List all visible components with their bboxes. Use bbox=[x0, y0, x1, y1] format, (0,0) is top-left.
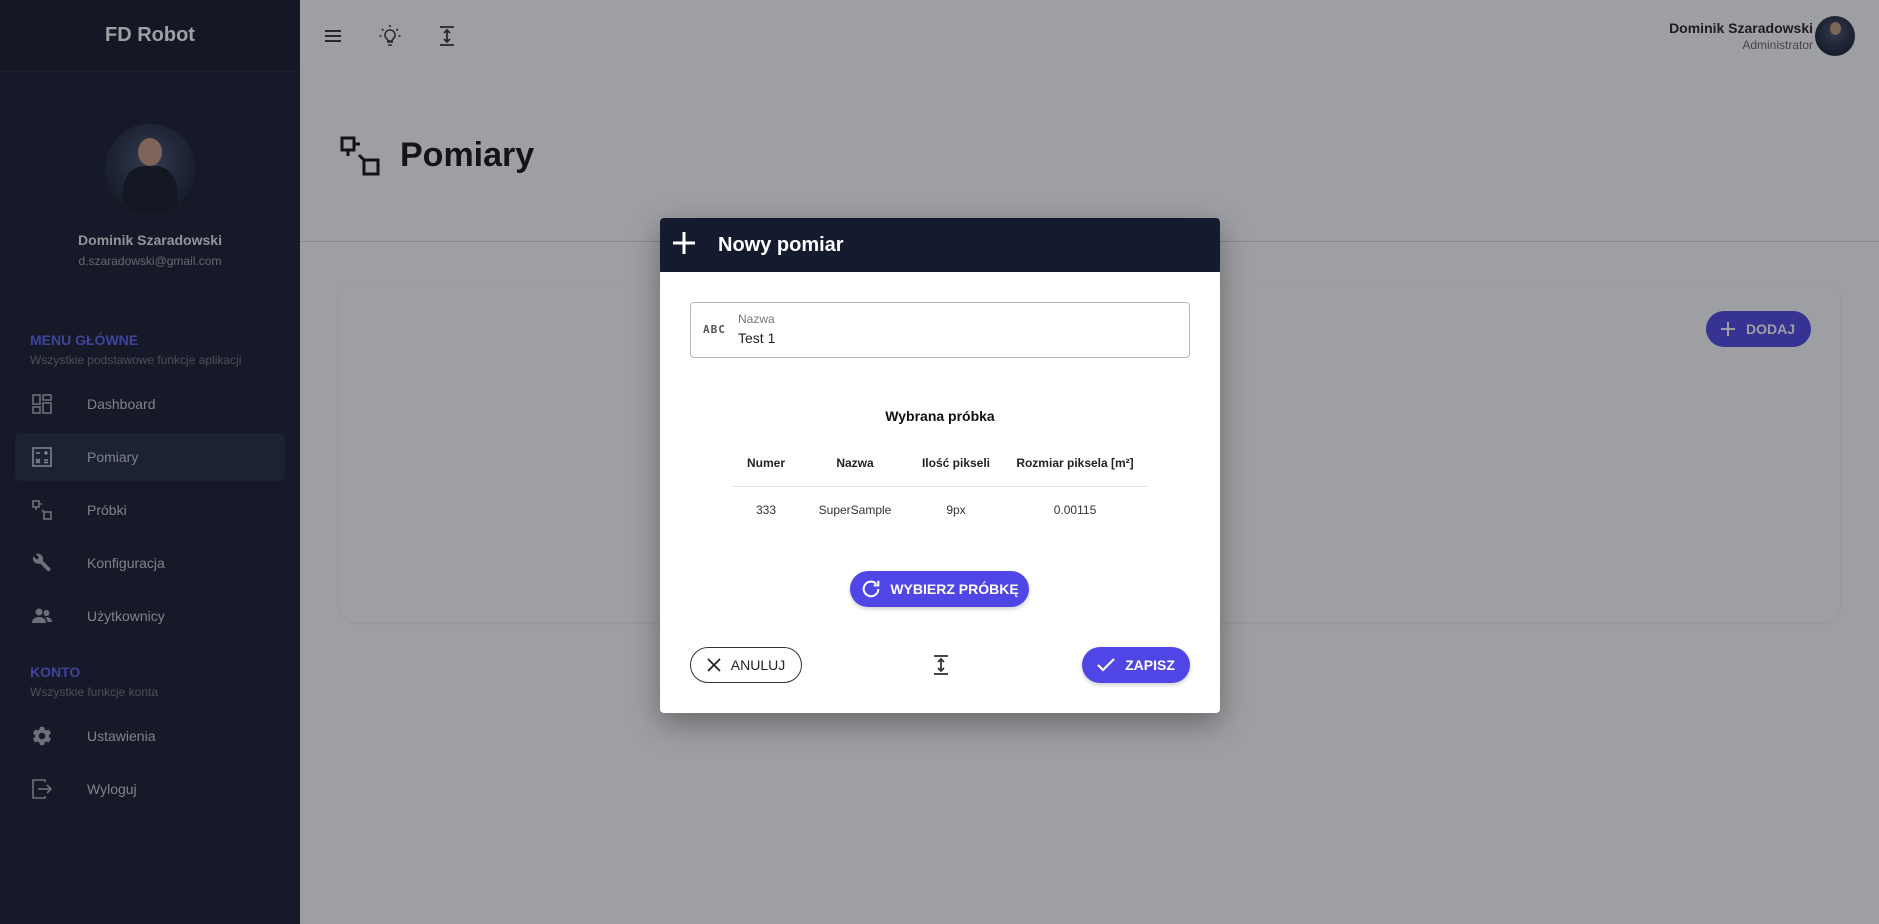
table-cell: 333 bbox=[755, 503, 777, 518]
name-field[interactable]: ABC Nazwa bbox=[690, 302, 1190, 358]
table-row: 333 SuperSample 9px 0.00115 bbox=[732, 486, 1148, 534]
abc-icon: ABC bbox=[703, 323, 726, 336]
save-button[interactable]: ZAPISZ bbox=[1082, 647, 1190, 683]
sample-table: Numer Nazwa Ilość pikseli Rozmiar piksel… bbox=[732, 440, 1148, 534]
table-cell: SuperSample bbox=[818, 503, 892, 518]
refresh-icon bbox=[863, 580, 880, 598]
plus-icon bbox=[672, 231, 696, 260]
pick-sample-label: WYBIERZ PRÓBKĘ bbox=[890, 581, 1019, 597]
vertical-align-icon[interactable] bbox=[929, 653, 953, 677]
column-header-nazwa: Nazwa bbox=[800, 440, 910, 487]
name-input[interactable] bbox=[738, 330, 1168, 346]
column-header-numer: Numer bbox=[732, 440, 800, 487]
dialog-header: Nowy pomiar bbox=[660, 218, 1220, 272]
column-header-pixel-size: Rozmiar piksela [m²] bbox=[1002, 440, 1148, 487]
new-measurement-dialog: Nowy pomiar ABC Nazwa Wybrana próbka Num… bbox=[660, 218, 1220, 713]
pick-sample-button[interactable]: WYBIERZ PRÓBKĘ bbox=[850, 571, 1029, 607]
column-header-pixel-count: Ilość pikseli bbox=[910, 440, 1002, 487]
name-field-label: Nazwa bbox=[738, 312, 775, 326]
cancel-label: ANULUJ bbox=[730, 657, 786, 673]
close-icon bbox=[707, 658, 721, 672]
check-icon bbox=[1097, 658, 1115, 672]
cancel-button[interactable]: ANULUJ bbox=[690, 647, 802, 683]
save-label: ZAPISZ bbox=[1125, 657, 1175, 673]
table-header-row: Numer Nazwa Ilość pikseli Rozmiar piksel… bbox=[732, 440, 1148, 487]
table-cell: 0.00115 bbox=[1053, 503, 1097, 518]
selected-sample-title: Wybrana próbka bbox=[885, 408, 995, 424]
table-cell: 9px bbox=[946, 503, 966, 518]
dialog-title: Nowy pomiar bbox=[718, 233, 844, 256]
